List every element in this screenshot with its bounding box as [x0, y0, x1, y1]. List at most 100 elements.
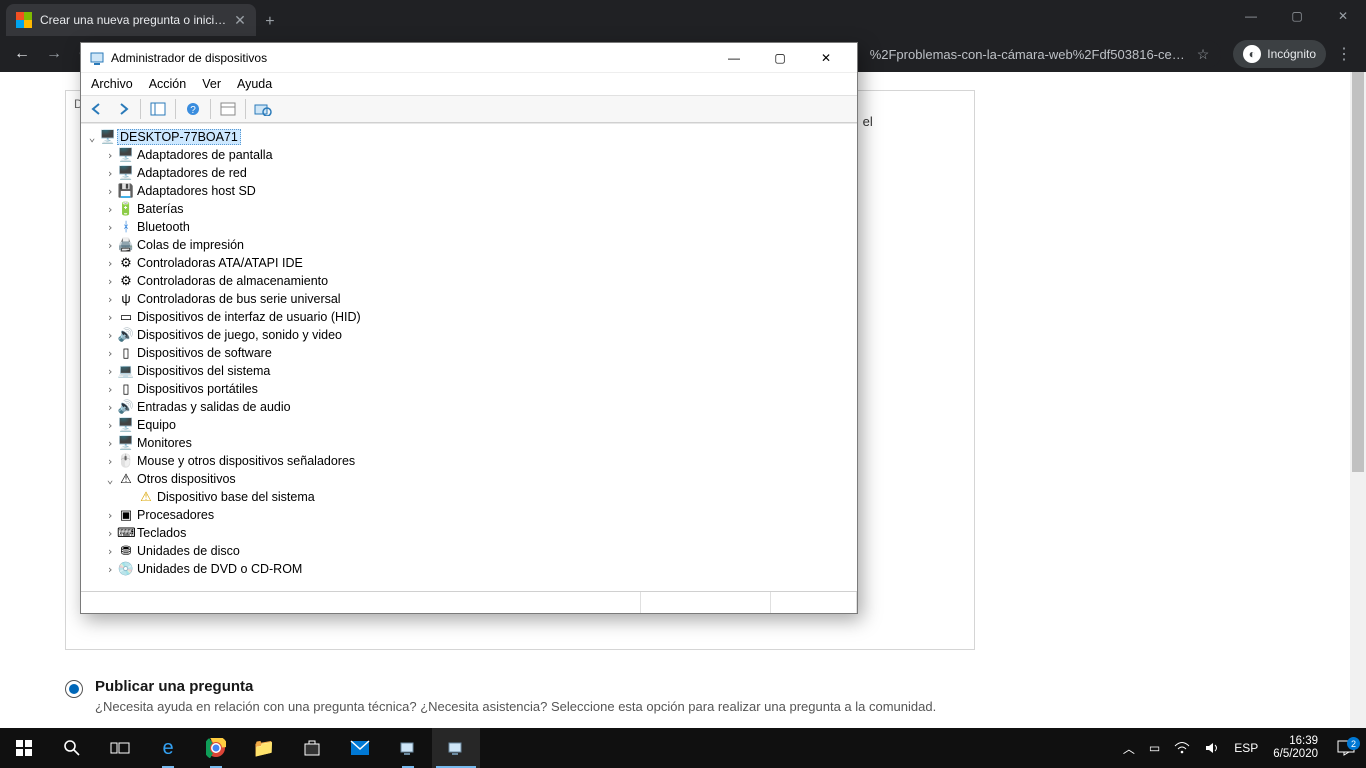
tray-clock[interactable]: 16:39 6/5/2020 [1265, 735, 1326, 761]
tray-language[interactable]: ESP [1227, 728, 1265, 768]
tb-scan-hardware-icon[interactable] [251, 98, 275, 120]
tree-node[interactable]: ›🖥️Monitores [83, 434, 855, 452]
tree-node[interactable]: ›🖨️Colas de impresión [83, 236, 855, 254]
tree-node[interactable]: ›ψControladoras de bus serie universal [83, 290, 855, 308]
tray-battery-icon[interactable]: ▭ [1142, 728, 1167, 768]
tray-chevron-up-icon[interactable]: ︿ [1116, 728, 1142, 768]
taskbar-devmgr-instance-2[interactable] [432, 728, 480, 768]
tree-node[interactable]: ›⛃Unidades de disco [83, 542, 855, 560]
tb-properties-icon[interactable] [216, 98, 240, 120]
tree-node[interactable]: ›▯Dispositivos de software [83, 344, 855, 362]
dm-close-button[interactable]: ✕ [803, 43, 849, 73]
expand-toggle-icon[interactable]: › [103, 455, 117, 468]
tree-node[interactable]: ⌄⚠Otros dispositivos [83, 470, 855, 488]
tree-node-label: Teclados [135, 526, 186, 540]
bookmark-star-icon[interactable]: ☆ [1191, 46, 1210, 63]
maximize-button[interactable]: ▢ [1274, 0, 1320, 32]
expand-toggle-icon[interactable]: › [103, 149, 117, 162]
incognito-indicator[interactable]: ◐ Incógnito [1233, 40, 1326, 68]
menu-accion[interactable]: Acción [149, 77, 187, 91]
expand-toggle-icon[interactable]: › [103, 185, 117, 198]
expand-toggle-icon[interactable]: › [103, 311, 117, 324]
tree-node-label: Controladoras de bus serie universal [135, 292, 341, 306]
tree-node[interactable]: ⌄🖥️DESKTOP-77BOA71 [83, 128, 855, 146]
taskbar-file-explorer[interactable]: 📁 [240, 728, 288, 768]
expand-toggle-icon[interactable]: › [103, 401, 117, 414]
tree-node[interactable]: ›▯Dispositivos portátiles [83, 380, 855, 398]
tree-node[interactable]: ›🔊Entradas y salidas de audio [83, 398, 855, 416]
expand-toggle-icon[interactable]: › [103, 257, 117, 270]
close-button[interactable]: ✕ [1320, 0, 1366, 32]
menu-archivo[interactable]: Archivo [91, 77, 133, 91]
new-tab-button[interactable]: + [256, 8, 284, 36]
expand-toggle-icon[interactable]: ⌄ [103, 473, 117, 486]
tree-node[interactable]: ›💾Adaptadores host SD [83, 182, 855, 200]
device-tree[interactable]: ⌄🖥️DESKTOP-77BOA71›🖥️Adaptadores de pant… [81, 123, 857, 591]
tray-volume-icon[interactable] [1197, 728, 1227, 768]
tree-node[interactable]: ›▣Procesadores [83, 506, 855, 524]
expand-toggle-icon[interactable]: › [103, 509, 117, 522]
menu-ayuda[interactable]: Ayuda [237, 77, 272, 91]
tree-node[interactable]: ›⌨Teclados [83, 524, 855, 542]
expand-toggle-icon[interactable]: › [103, 365, 117, 378]
dm-minimize-button[interactable]: — [711, 43, 757, 73]
expand-toggle-icon[interactable]: › [103, 347, 117, 360]
expand-toggle-icon[interactable]: › [103, 275, 117, 288]
expand-toggle-icon[interactable]: › [103, 527, 117, 540]
menu-ver[interactable]: Ver [202, 77, 221, 91]
taskbar-devmgr-instance-1[interactable] [384, 728, 432, 768]
back-button[interactable]: ← [8, 40, 36, 68]
tree-node[interactable]: ›🖱️Mouse y otros dispositivos señaladore… [83, 452, 855, 470]
page-scrollbar[interactable] [1350, 72, 1366, 728]
action-center-button[interactable]: 2 [1326, 740, 1366, 756]
tree-node-label: Dispositivos portátiles [135, 382, 258, 396]
tree-node-label: Dispositivo base del sistema [155, 490, 315, 504]
tree-node[interactable]: ›▭Dispositivos de interfaz de usuario (H… [83, 308, 855, 326]
tray-wifi-icon[interactable] [1167, 728, 1197, 768]
tab-close-icon[interactable]: ✕ [234, 12, 246, 29]
expand-toggle-icon[interactable]: › [103, 239, 117, 252]
minimize-button[interactable]: — [1228, 0, 1274, 32]
start-button[interactable] [0, 728, 48, 768]
forward-button[interactable]: → [40, 40, 68, 68]
browser-tab[interactable]: Crear una nueva pregunta o inici… ✕ [6, 4, 256, 36]
tb-forward-icon[interactable] [111, 98, 135, 120]
expand-toggle-icon[interactable]: › [103, 293, 117, 306]
radio-publicar-pregunta[interactable]: Publicar una pregunta ¿Necesita ayuda en… [65, 678, 1301, 714]
tree-node[interactable]: ⚠Dispositivo base del sistema [83, 488, 855, 506]
titlebar[interactable]: Administrador de dispositivos — ▢ ✕ [81, 43, 857, 73]
search-button[interactable] [48, 728, 96, 768]
tb-back-icon[interactable] [85, 98, 109, 120]
tree-node[interactable]: ›🖥️Equipo [83, 416, 855, 434]
taskbar-edge[interactable]: e [144, 728, 192, 768]
tree-node[interactable]: ›⚙Controladoras de almacenamiento [83, 272, 855, 290]
tb-show-hide-tree-icon[interactable] [146, 98, 170, 120]
taskbar-chrome[interactable] [192, 728, 240, 768]
expand-toggle-icon[interactable]: › [103, 419, 117, 432]
expand-toggle-icon[interactable]: › [103, 167, 117, 180]
tree-node[interactable]: ›🔋Baterías [83, 200, 855, 218]
tree-node[interactable]: ›🖥️Adaptadores de red [83, 164, 855, 182]
browser-menu-button[interactable]: ⋮ [1330, 44, 1358, 64]
expand-toggle-icon[interactable]: › [103, 545, 117, 558]
tree-node[interactable]: ›ᚼBluetooth [83, 218, 855, 236]
expand-toggle-icon[interactable]: ⌄ [85, 131, 99, 144]
task-view-button[interactable] [96, 728, 144, 768]
expand-toggle-icon[interactable]: › [103, 563, 117, 576]
tree-node[interactable]: ›💻Dispositivos del sistema [83, 362, 855, 380]
tb-help-icon[interactable]: ? [181, 98, 205, 120]
expand-toggle-icon[interactable]: › [103, 437, 117, 450]
tree-node[interactable]: ›🔊Dispositivos de juego, sonido y video [83, 326, 855, 344]
app-icon [89, 50, 105, 66]
expand-toggle-icon[interactable]: › [103, 383, 117, 396]
expand-toggle-icon[interactable]: › [103, 221, 117, 234]
expand-toggle-icon[interactable]: › [103, 203, 117, 216]
tree-node[interactable]: ›🖥️Adaptadores de pantalla [83, 146, 855, 164]
tree-node[interactable]: ›💿Unidades de DVD o CD-ROM [83, 560, 855, 578]
tree-node-label: Adaptadores de pantalla [135, 148, 273, 162]
taskbar-mail[interactable] [336, 728, 384, 768]
tree-node[interactable]: ›⚙Controladoras ATA/ATAPI IDE [83, 254, 855, 272]
expand-toggle-icon[interactable]: › [103, 329, 117, 342]
dm-maximize-button[interactable]: ▢ [757, 43, 803, 73]
taskbar-store[interactable] [288, 728, 336, 768]
